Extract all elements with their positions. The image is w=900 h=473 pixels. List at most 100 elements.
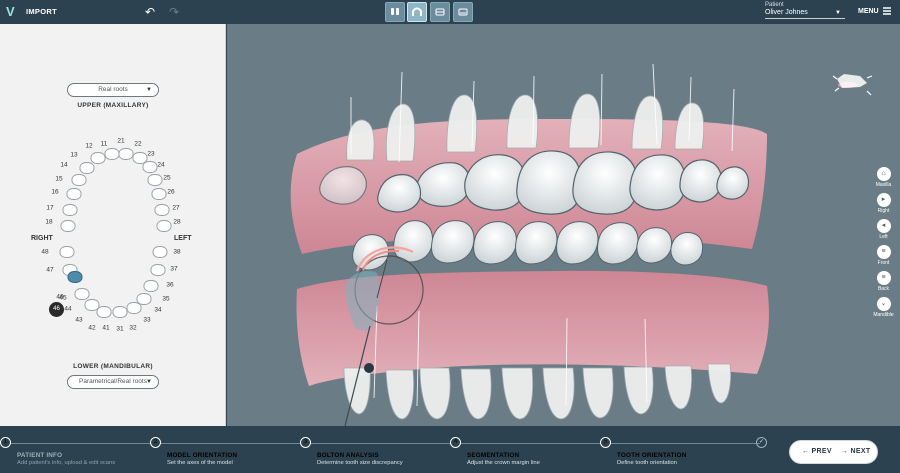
tooth-number: 12 bbox=[85, 142, 93, 150]
import-button[interactable]: IMPORT bbox=[26, 7, 57, 16]
patient-select[interactable]: Oliver Johnes bbox=[765, 9, 845, 19]
tooth-number: 48 bbox=[41, 248, 49, 256]
tooth-number: 41 bbox=[102, 324, 110, 332]
mandible-view-button[interactable]: ⌄ Mandible bbox=[871, 297, 896, 323]
step-title: TOOTH ORIENTATION bbox=[617, 452, 687, 459]
tooth-number: 26 bbox=[167, 188, 175, 196]
step-description: Set the axes of the model bbox=[167, 459, 233, 466]
tooth-47[interactable] bbox=[59, 246, 75, 258]
tooth-24[interactable] bbox=[147, 174, 163, 186]
chevron-down-icon[interactable]: ▼ bbox=[835, 10, 841, 16]
tooth-number: 42 bbox=[88, 324, 96, 332]
axis-handle[interactable] bbox=[364, 363, 374, 373]
tooth-25[interactable] bbox=[151, 188, 167, 200]
tooth-number: 25 bbox=[163, 174, 171, 182]
tooth-21[interactable] bbox=[118, 148, 134, 160]
back-view-button[interactable]: ≡ Back bbox=[871, 271, 896, 297]
lower-roots-select[interactable]: Parametrical/Real roots ▼ bbox=[67, 375, 159, 389]
redo-icon[interactable]: ↷ bbox=[167, 5, 181, 19]
tooth-number: 24 bbox=[157, 161, 165, 169]
tooth-12[interactable] bbox=[90, 152, 106, 164]
tooth-number: 37 bbox=[170, 265, 178, 273]
tooth-number: 27 bbox=[172, 204, 180, 212]
menu-button[interactable]: MENU bbox=[858, 8, 879, 15]
undo-icon[interactable]: ↶ bbox=[143, 5, 157, 19]
upper-jaw-icon bbox=[435, 8, 445, 16]
lower-arch-label: LOWER (MANDIBULAR) bbox=[73, 363, 153, 370]
3d-model-viewport[interactable]: ⌂ Maxilla ▸ Right ◂ Left ≡ Front ≡ Back … bbox=[227, 24, 900, 426]
step-title: SEGMENTATION bbox=[467, 452, 520, 459]
tooth-14[interactable] bbox=[71, 174, 87, 186]
step-model-orientation[interactable]: 2 MODEL ORIENTATION Set the axes of the … bbox=[150, 437, 308, 467]
tooth-number: 17 bbox=[46, 204, 54, 212]
toolbar-view-teeth-button[interactable] bbox=[385, 2, 405, 22]
tooth-number: 11 bbox=[100, 140, 108, 148]
step-number: 4 bbox=[450, 437, 461, 448]
tooth-number: 33 bbox=[143, 316, 151, 324]
step-navigation: ← PREV → NEXT bbox=[789, 440, 878, 464]
tooth-number: 47 bbox=[46, 266, 54, 274]
tooth-number: 28 bbox=[173, 218, 181, 226]
tooth-17[interactable] bbox=[60, 220, 76, 232]
step-tooth-orientation[interactable]: 5 TOOTH ORIENTATION Define tooth orienta… bbox=[600, 437, 758, 467]
step-number: 1 bbox=[0, 437, 11, 448]
dental-model-render bbox=[227, 24, 900, 426]
maxilla-view-button[interactable]: ⌂ Maxilla bbox=[871, 167, 896, 193]
left-label: Left bbox=[879, 234, 888, 240]
tooth-number: 35 bbox=[162, 295, 170, 303]
upper-roots-value: Real roots bbox=[98, 86, 128, 93]
tooth-number: 15 bbox=[55, 175, 63, 183]
tooth-37[interactable] bbox=[152, 246, 168, 258]
upper-roots-select[interactable]: Real roots ▼ bbox=[67, 83, 159, 97]
top-bar: V IMPORT ↶ ↷ Patient Oliver Johnes ▼ MEN… bbox=[0, 0, 900, 24]
step-segmentation[interactable]: 4 SEGMENTATION Adjust the crown margin l… bbox=[450, 437, 608, 467]
tooth-number: 31 bbox=[116, 325, 124, 333]
tooth-number: 14 bbox=[60, 161, 68, 169]
lower-roots-value: Parametrical/Real roots bbox=[79, 378, 147, 385]
tooth-46-selected[interactable] bbox=[67, 271, 83, 283]
toolbar-view-lower-button[interactable] bbox=[453, 2, 473, 22]
front-view-icon: ≡ bbox=[876, 245, 891, 259]
toolbar-view-arch-button[interactable] bbox=[407, 2, 427, 22]
left-view-button[interactable]: ◂ Left bbox=[871, 219, 896, 245]
tooth-number: 21 bbox=[117, 137, 125, 145]
right-view-button[interactable]: ▸ Right bbox=[871, 193, 896, 219]
tooth-11[interactable] bbox=[104, 148, 120, 160]
tooth-chart-panel: Real roots ▼ UPPER (MAXILLARY) RIGHT LEF… bbox=[0, 24, 226, 426]
tooth-26[interactable] bbox=[154, 204, 170, 216]
step-patient-info[interactable]: 1 PATIENT INFO Add patient's info, uploa… bbox=[0, 437, 158, 467]
tooth-31[interactable] bbox=[112, 306, 128, 318]
tooth-44[interactable] bbox=[74, 288, 90, 300]
next-button[interactable]: → NEXT bbox=[841, 448, 870, 455]
tooth-27[interactable] bbox=[156, 220, 172, 232]
tooth-number: 36 bbox=[166, 281, 174, 289]
chevron-down-icon: ▼ bbox=[146, 87, 152, 93]
step-bolton-analysis[interactable]: 3 BOLTON ANALYSIS Determine tooth size d… bbox=[300, 437, 458, 467]
hamburger-icon[interactable] bbox=[882, 6, 892, 16]
step-description: Add patient's info, upload & edit scans bbox=[17, 459, 116, 466]
tooth-15[interactable] bbox=[66, 188, 82, 200]
front-view-button[interactable]: ≡ Front bbox=[871, 245, 896, 271]
tooth-42[interactable] bbox=[96, 306, 112, 318]
prev-button[interactable]: ← PREV bbox=[802, 448, 832, 455]
step-title: PATIENT INFO bbox=[17, 452, 63, 459]
toolbar-view-upper-button[interactable] bbox=[430, 2, 450, 22]
tooth-number: 16 bbox=[51, 188, 59, 196]
front-label: Front bbox=[877, 260, 890, 266]
tooth-number: 45 bbox=[59, 294, 67, 302]
prev-label: PREV bbox=[811, 448, 832, 455]
tooth-23[interactable] bbox=[142, 161, 158, 173]
tooth-number: 18 bbox=[45, 218, 53, 226]
tooth-number: 22 bbox=[134, 140, 142, 148]
upper-arch-label: UPPER (MAXILLARY) bbox=[77, 102, 149, 109]
tooth-33[interactable] bbox=[126, 302, 142, 314]
mandible-label: Mandible bbox=[873, 312, 894, 318]
tooth-35[interactable] bbox=[143, 280, 159, 292]
tooth-36[interactable] bbox=[150, 264, 166, 276]
check-icon[interactable]: ✓ bbox=[756, 437, 767, 448]
arch-icon bbox=[412, 7, 422, 16]
tooth-number: 13 bbox=[70, 151, 78, 159]
app-logo[interactable]: V bbox=[6, 4, 18, 20]
tooth-16[interactable] bbox=[62, 204, 78, 216]
tooth-13[interactable] bbox=[79, 162, 95, 174]
